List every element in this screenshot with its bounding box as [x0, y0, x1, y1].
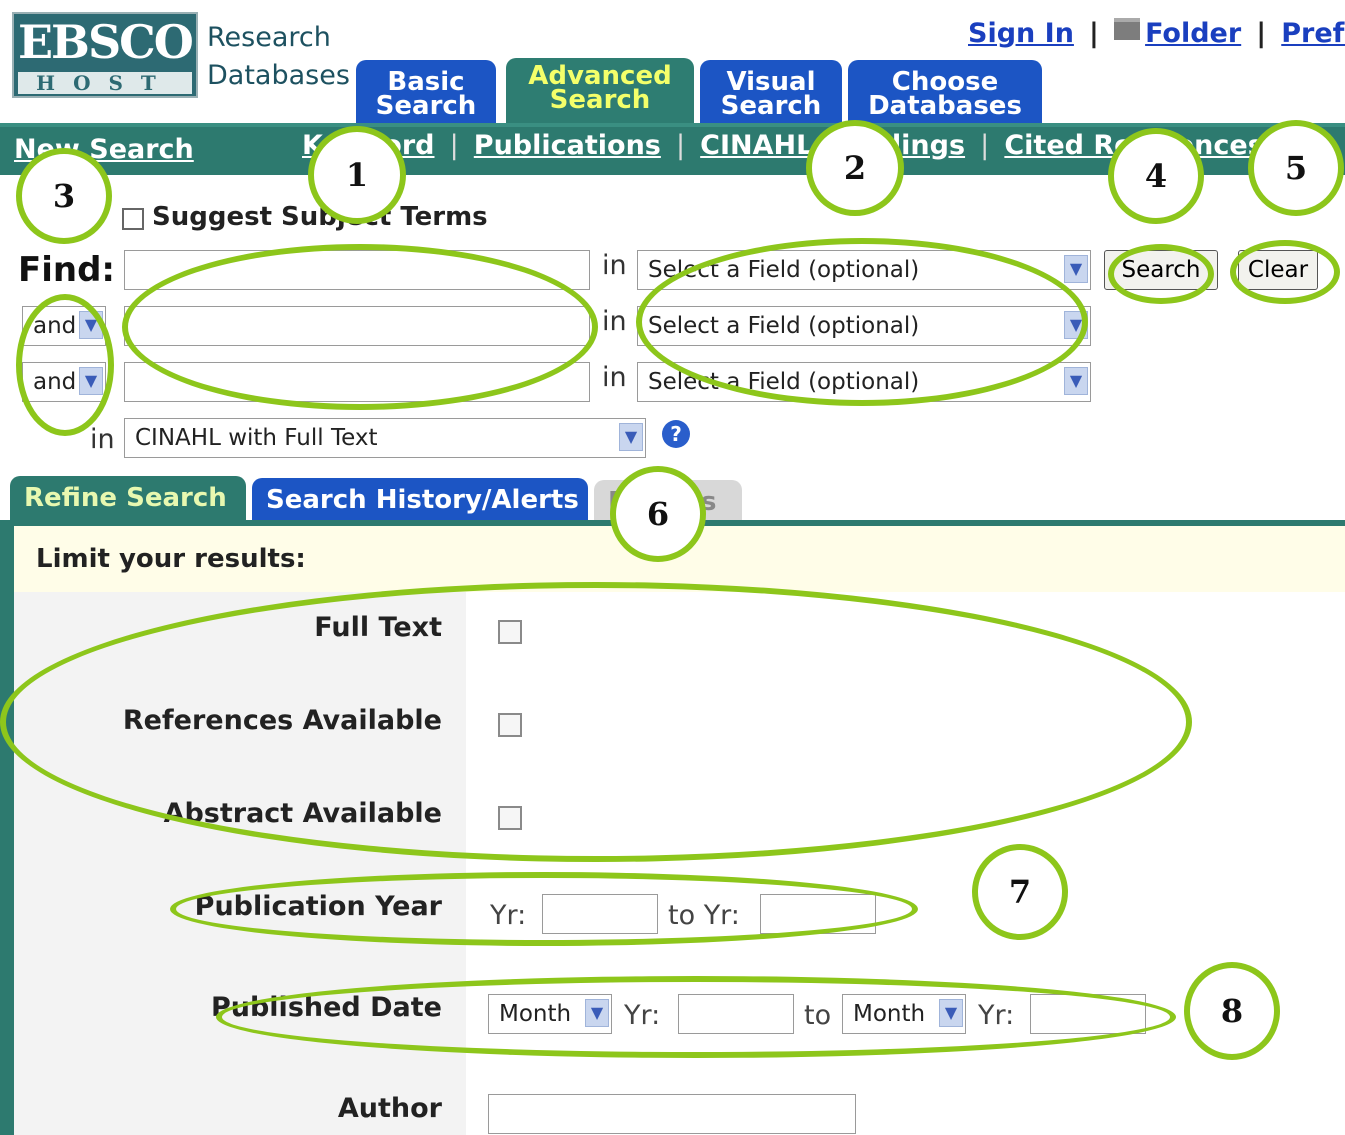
in-label: in: [602, 306, 627, 337]
limit-heading: Limit your results:: [36, 544, 306, 574]
in-label: in: [90, 424, 115, 455]
tab-label: Search: [720, 91, 822, 121]
chevron-down-icon: ▼: [619, 423, 643, 451]
database-select[interactable]: CINAHL with Full Text ▼: [124, 418, 646, 458]
annotation-badge-2: 2: [806, 120, 904, 216]
folder-link[interactable]: Folder: [1145, 18, 1241, 49]
tab-basic-search[interactable]: Basic Search: [356, 60, 496, 123]
annotation-badge-5: 5: [1248, 120, 1344, 216]
author-label: Author: [337, 1093, 442, 1124]
annotation-ring-search-button: [1108, 244, 1214, 304]
top-links: Sign In | Folder | Prefe: [968, 18, 1345, 49]
annotation-ring-search-terms: [122, 244, 598, 410]
annotation-ring-publication-year: [170, 872, 918, 946]
in-label: in: [602, 250, 627, 281]
annotation-badge-8: 8: [1184, 962, 1280, 1060]
help-icon[interactable]: ?: [662, 420, 690, 448]
nav-separator: |: [980, 130, 990, 161]
suggest-subject-terms-checkbox[interactable]: [122, 208, 144, 230]
ebsco-logo[interactable]: EBSCO HOST: [12, 12, 198, 98]
author-input[interactable]: [488, 1094, 856, 1134]
chevron-down-icon: ▼: [1064, 255, 1088, 283]
brand-research: Research: [207, 22, 331, 53]
top-separator: |: [1256, 18, 1267, 49]
tab-label: Databases: [868, 91, 1022, 121]
tab-search-history-alerts[interactable]: Search History/Alerts: [252, 478, 588, 526]
in-label: in: [602, 362, 627, 393]
annotation-badge-3: 3: [16, 148, 112, 244]
tab-label: Search: [549, 85, 651, 115]
top-separator: |: [1089, 18, 1099, 49]
nav-separator: |: [449, 130, 459, 161]
tab-visual-search[interactable]: Visual Search: [700, 60, 842, 123]
tab-choose-databases[interactable]: Choose Databases: [848, 60, 1042, 123]
database-select-value: CINAHL with Full Text: [135, 425, 378, 451]
find-label: Find:: [18, 250, 116, 290]
annotation-badge-7: 7: [972, 844, 1068, 940]
tab-refine-search[interactable]: Refine Search: [10, 476, 246, 526]
annotation-ring-operators: [16, 294, 114, 436]
annotation-badge-1: 1: [308, 126, 406, 224]
nav-separator: |: [675, 130, 686, 161]
annotation-ring-clear-button: [1230, 240, 1340, 304]
logo-ebsco-text: EBSCO: [18, 15, 194, 69]
logo-host-text: HOST: [18, 72, 192, 94]
annotation-ring-published-date: [216, 976, 1176, 1058]
annotation-ring-fields: [636, 238, 1088, 406]
annotation-badge-6: 6: [610, 466, 706, 562]
annotation-badge-4: 4: [1108, 128, 1204, 224]
tab-label: Search: [375, 91, 477, 121]
preferences-link[interactable]: Prefe: [1281, 18, 1345, 49]
sign-in-link[interactable]: Sign In: [968, 18, 1074, 49]
folder-icon: [1113, 18, 1140, 40]
annotation-ring-checkbox-limits: [0, 582, 1192, 862]
brand-databases: Databases: [207, 60, 350, 91]
publications-link[interactable]: Publications: [474, 130, 661, 161]
tab-advanced-search[interactable]: Advanced Search: [506, 58, 694, 123]
chevron-down-icon: ▼: [1064, 367, 1088, 395]
